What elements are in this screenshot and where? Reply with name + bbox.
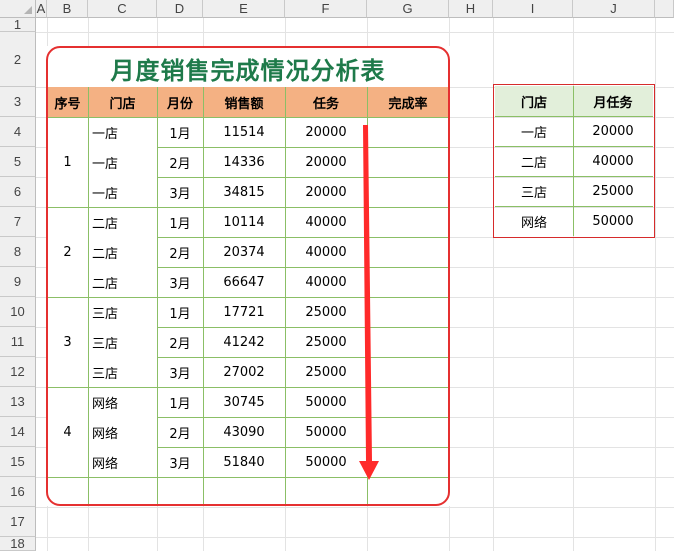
- down-arrow-annotation: [359, 125, 379, 480]
- down-arrow-icon: [359, 125, 379, 480]
